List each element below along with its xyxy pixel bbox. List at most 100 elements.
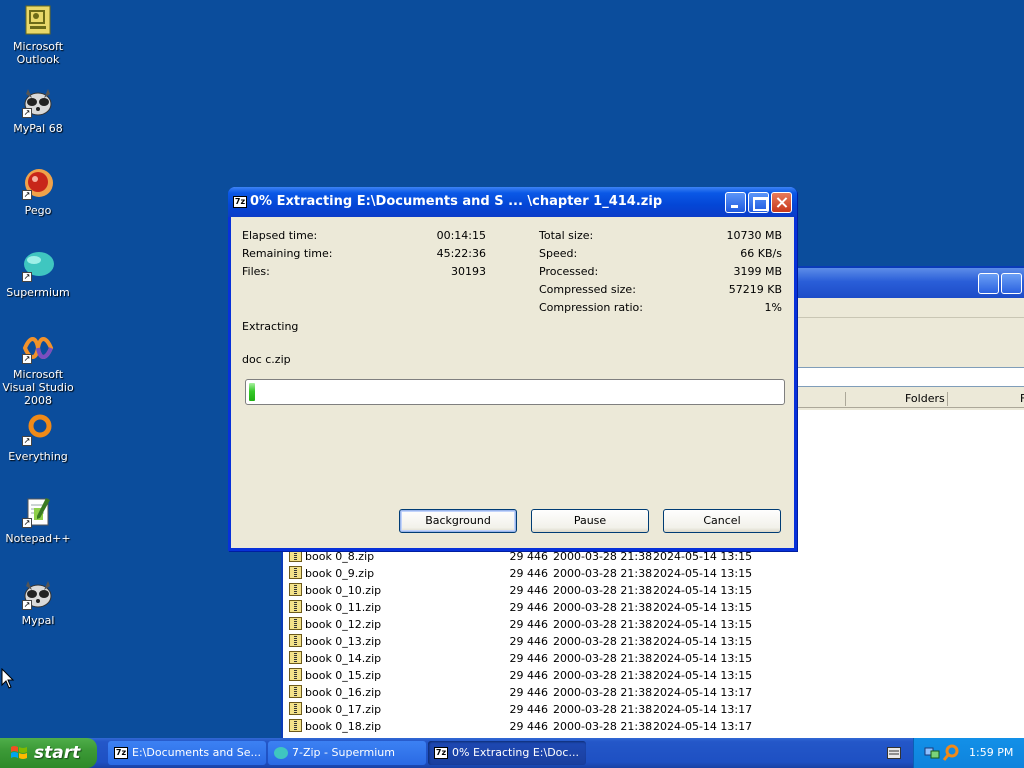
list-item[interactable]: book 0_9.zip 29 446 2000-03-28 21:38 2024-0… xyxy=(289,565,752,582)
compressed-size-value: 57219 KB xyxy=(728,283,782,296)
desktop-icon-notepadpp[interactable]: ↗ Notepad++ xyxy=(0,496,78,545)
everything-icon: ↗ xyxy=(22,414,54,446)
system-tray: 1:59 PM xyxy=(913,738,1024,768)
current-file-label: doc c.zip xyxy=(242,353,291,366)
zip-file-icon xyxy=(289,651,302,664)
7zip-app-icon: 7z xyxy=(233,196,247,208)
files-value: 30193 xyxy=(451,265,486,278)
zip-file-icon xyxy=(289,634,302,647)
zip-file-icon xyxy=(289,668,302,681)
keyboard-icon[interactable] xyxy=(887,747,901,759)
desktop-icon-supermium[interactable]: ↗ Supermium xyxy=(0,250,78,299)
compression-ratio-label: Compression ratio: xyxy=(539,301,643,314)
list-item[interactable]: book 0_16.zip 29 446 2000-03-28 21:38 2024-… xyxy=(289,684,752,701)
dialog-titlebar[interactable]: 7z 0% Extracting E:\Documents and S ... … xyxy=(228,187,797,217)
taskbar-item-supermium[interactable]: 7-Zip - Supermium xyxy=(268,741,426,765)
list-item[interactable]: book 0_14.zip 29 446 2000-03-28 21:38 2024-… xyxy=(289,650,752,667)
compressed-size-label: Compressed size: xyxy=(539,283,636,296)
supermium-icon xyxy=(274,747,288,759)
7zip-icon: 7z xyxy=(434,747,448,759)
start-button[interactable]: start xyxy=(0,738,97,768)
desktop-icon-label: Notepad++ xyxy=(5,532,71,545)
outlook-icon xyxy=(22,4,54,36)
visual-studio-icon: ↗ xyxy=(22,332,54,364)
list-item[interactable]: book 0_18.zip 29 446 2000-03-28 21:38 2024-… xyxy=(289,718,752,735)
desktop-icon-label: Everything xyxy=(8,450,68,463)
desktop-icon-outlook[interactable]: Microsoft Outlook xyxy=(0,4,78,66)
taskbar-item-label: E:\Documents and Se... xyxy=(132,746,262,759)
processed-value: 3199 MB xyxy=(733,265,782,278)
maximize-button[interactable] xyxy=(1001,273,1022,294)
shortcut-arrow-icon: ↗ xyxy=(22,272,32,282)
shortcut-arrow-icon: ↗ xyxy=(22,190,32,200)
column-header-folders[interactable]: Folders xyxy=(905,392,945,405)
cancel-button[interactable]: Cancel xyxy=(663,509,781,533)
column-header-next[interactable]: F xyxy=(1020,392,1024,405)
elapsed-time-value: 00:14:15 xyxy=(436,229,486,242)
total-size-value: 10730 MB xyxy=(726,229,782,242)
zip-file-icon xyxy=(289,685,302,698)
clock[interactable]: 1:59 PM xyxy=(969,746,1013,759)
list-item[interactable]: book 0_11.zip 29 446 2000-03-28 21:38 2024-… xyxy=(289,599,752,616)
desktop-icon-mypal[interactable]: ↗ Mypal xyxy=(0,578,78,627)
mypal-icon: ↗ xyxy=(22,578,54,610)
supermium-icon: ↗ xyxy=(22,250,54,282)
taskbar-item-label: 0% Extracting E:\Doc... xyxy=(452,746,579,759)
taskbar-item-extracting[interactable]: 7z 0% Extracting E:\Doc... xyxy=(428,741,586,765)
zip-file-icon xyxy=(289,702,302,715)
minimize-button[interactable] xyxy=(978,273,999,294)
mypal-icon: ↗ xyxy=(22,86,54,118)
dialog-title: 0% Extracting E:\Documents and S ... \ch… xyxy=(250,194,663,209)
desktop-icon-label: Microsoft Visual Studio 2008 xyxy=(2,368,74,407)
desktop-icon-mypal68[interactable]: ↗ MyPal 68 xyxy=(0,86,78,135)
shortcut-arrow-icon: ↗ xyxy=(22,518,32,528)
maximize-button[interactable] xyxy=(748,192,769,213)
7zip-icon: 7z xyxy=(114,747,128,759)
zip-file-icon xyxy=(289,719,302,732)
pause-button[interactable]: Pause xyxy=(531,509,649,533)
shortcut-arrow-icon: ↗ xyxy=(22,354,32,364)
progress-fill xyxy=(249,383,255,401)
extract-progress-dialog[interactable]: 7z 0% Extracting E:\Documents and S ... … xyxy=(228,187,797,551)
taskbar-item-file-manager[interactable]: 7z E:\Documents and Se... xyxy=(108,741,266,765)
desktop-icon-label: Supermium xyxy=(6,286,70,299)
list-item[interactable]: book 0_15.zip 29 446 2000-03-28 21:38 2024-… xyxy=(289,667,752,684)
desktop-icon-everything[interactable]: ↗ Everything xyxy=(0,414,78,463)
files-label: Files: xyxy=(242,265,270,278)
desktop-icon-visual-studio[interactable]: ↗ Microsoft Visual Studio 2008 xyxy=(0,332,78,407)
compression-ratio-value: 1% xyxy=(764,301,782,314)
list-item[interactable]: book 0_12.zip 29 446 2000-03-28 21:38 2024-… xyxy=(289,616,752,633)
list-item[interactable]: book 0_17.zip 29 446 2000-03-28 21:38 2024-… xyxy=(289,701,752,718)
desktop-icon-label: Mypal xyxy=(21,614,55,627)
desktop-icon-pego[interactable]: ↗ Pego xyxy=(0,168,78,217)
network-icon[interactable] xyxy=(924,745,940,761)
list-item[interactable]: book 0_13.zip 29 446 2000-03-28 21:38 2024-… xyxy=(289,633,752,650)
elapsed-time-label: Elapsed time: xyxy=(242,229,318,242)
remaining-time-value: 45:22:36 xyxy=(436,247,486,260)
background-button[interactable]: Background xyxy=(399,509,517,533)
mouse-cursor-icon xyxy=(1,668,15,689)
zip-file-icon xyxy=(289,617,302,630)
desktop-icon-label: MyPal 68 xyxy=(13,122,63,135)
extraction-progress-bar xyxy=(245,379,785,405)
speed-label: Speed: xyxy=(539,247,578,260)
pego-icon: ↗ xyxy=(22,168,54,200)
windows-logo-icon xyxy=(11,746,27,759)
close-button[interactable] xyxy=(771,192,792,213)
start-label: start xyxy=(34,743,81,763)
zip-file-icon xyxy=(289,566,302,579)
minimize-button[interactable] xyxy=(725,192,746,213)
shortcut-arrow-icon: ↗ xyxy=(22,600,32,610)
search-icon[interactable] xyxy=(942,744,960,762)
zip-file-icon xyxy=(289,583,302,596)
desktop-icon-label: Pego xyxy=(24,204,52,217)
remaining-time-label: Remaining time: xyxy=(242,247,333,260)
total-size-label: Total size: xyxy=(539,229,594,242)
shortcut-arrow-icon: ↗ xyxy=(22,436,32,446)
operation-label: Extracting xyxy=(242,320,299,333)
list-item[interactable]: book 0_10.zip 29 446 2000-03-28 21:38 2024-… xyxy=(289,582,752,599)
zip-file-icon xyxy=(289,600,302,613)
desktop-icon-label: Microsoft Outlook xyxy=(12,40,64,66)
processed-label: Processed: xyxy=(539,265,599,278)
notepadpp-icon: ↗ xyxy=(22,496,54,528)
